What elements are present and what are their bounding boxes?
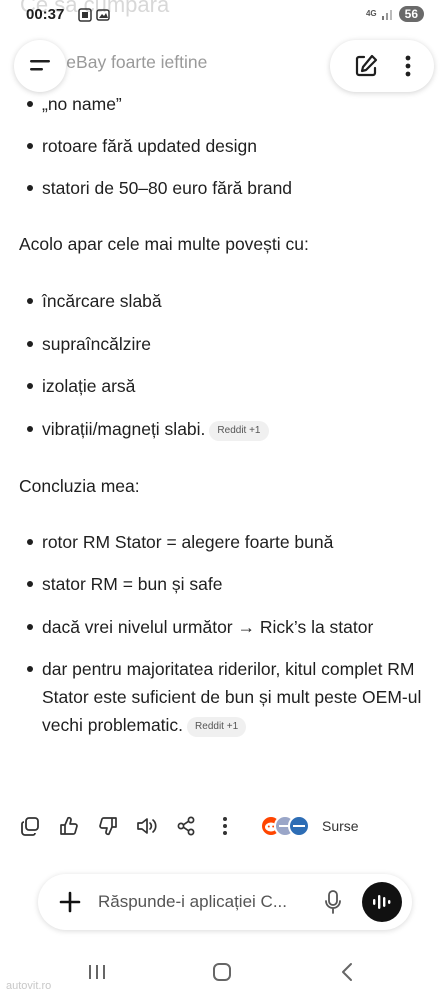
gallery-icon <box>96 9 110 21</box>
list-item: supraîncălzire <box>27 330 422 358</box>
screenshot-icon <box>78 8 92 22</box>
network-type: 4G <box>365 9 377 18</box>
list-item: vibrații/magneți slabi. Reddit +1 <box>27 415 422 443</box>
copy-button[interactable] <box>18 814 42 838</box>
recent-apps-button[interactable] <box>82 960 112 984</box>
source-chip[interactable]: Reddit +1 <box>209 421 269 441</box>
microphone-icon <box>325 890 341 914</box>
list-item: „no name” <box>27 90 422 118</box>
dictate-button[interactable] <box>320 889 346 915</box>
share-button[interactable] <box>174 814 198 838</box>
status-notification-icons <box>78 8 110 22</box>
system-navigation-bar <box>0 950 448 1000</box>
voice-waveform-icon <box>373 895 391 909</box>
more-vertical-icon <box>223 817 227 835</box>
list-item: izolație arsă <box>27 372 422 400</box>
source-site-icon <box>288 815 310 837</box>
menu-button[interactable] <box>14 40 66 92</box>
dislike-button[interactable] <box>96 814 120 838</box>
back-icon <box>342 963 352 981</box>
read-aloud-button[interactable] <box>135 814 159 838</box>
list-item: dacă vrei nivelul următor → Rick’s la st… <box>27 613 422 641</box>
message-composer <box>38 874 412 930</box>
list-item: rotoare fără updated design <box>27 132 422 160</box>
message-input[interactable] <box>98 890 308 914</box>
like-button[interactable] <box>57 814 81 838</box>
list-item: dar pentru majoritatea riderilor, kitul … <box>27 655 422 739</box>
more-actions-button[interactable] <box>213 814 237 838</box>
thumbs-up-icon <box>60 816 78 835</box>
menu-icon <box>30 60 50 71</box>
response-actions <box>18 812 252 840</box>
list-item: încărcare slabă <box>27 287 422 315</box>
plus-icon <box>59 891 81 913</box>
status-right: 4G 56 <box>366 6 424 22</box>
more-vertical-icon[interactable] <box>404 54 412 78</box>
read-aloud-icon <box>137 818 157 834</box>
battery-badge: 56 <box>398 6 424 22</box>
home-icon <box>213 963 231 981</box>
sources-button[interactable]: Surse <box>260 812 359 840</box>
paragraph: Concluzia mea: <box>19 476 140 496</box>
thumbs-down-icon <box>99 817 117 836</box>
watermark: autovit.ro <box>6 980 52 992</box>
new-chat-icon[interactable] <box>353 53 379 79</box>
signal-icon <box>381 10 392 20</box>
recent-apps-icon <box>89 965 105 979</box>
sources-label: Surse <box>322 818 359 834</box>
status-bar: Ce să cumpara 00:37 4G 56 <box>0 0 448 30</box>
add-attachment-button[interactable] <box>56 888 84 916</box>
copy-icon <box>21 817 39 836</box>
top-actions <box>330 40 434 92</box>
status-time: 00:37 <box>26 6 65 23</box>
source-chip[interactable]: Reddit +1 <box>187 717 247 737</box>
list-item-text: vibrații/magneți slabi. <box>42 419 206 439</box>
home-button[interactable] <box>207 960 237 984</box>
list-item: stator RM = bun și safe <box>27 570 422 598</box>
share-icon <box>177 816 195 836</box>
list-item: statori de 50–80 euro fără brand <box>27 174 422 202</box>
back-button[interactable] <box>332 960 362 984</box>
voice-mode-button[interactable] <box>362 882 402 922</box>
paragraph: Acolo apar cele mai multe povești cu: <box>19 234 309 254</box>
list-item: rotor RM Stator = alegere foarte bună <box>27 528 422 556</box>
